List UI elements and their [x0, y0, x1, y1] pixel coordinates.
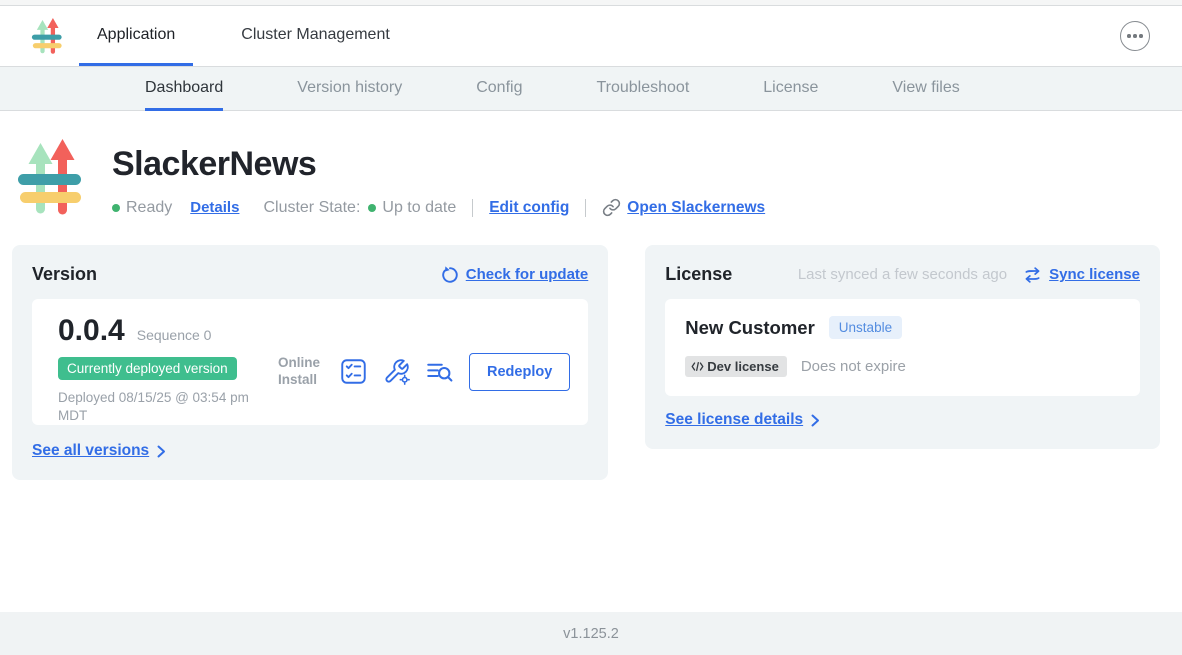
- slackernews-arrows-hash-logo-icon: [14, 137, 86, 217]
- version-number: 0.0.4: [58, 314, 125, 348]
- license-detail-box: New Customer Unstable Dev license Does n…: [665, 299, 1140, 396]
- check-for-update-label: Check for update: [466, 266, 589, 283]
- tab-config[interactable]: Config: [476, 67, 522, 111]
- cluster-state-dot-icon: [368, 204, 376, 212]
- cluster-state-value: Up to date: [382, 199, 456, 217]
- ready-status-label: Ready: [126, 199, 172, 217]
- sync-arrows-icon: [1023, 267, 1042, 283]
- current-version-box: 0.0.4 Sequence 0 Currently deployed vers…: [32, 299, 588, 425]
- footer-bar: v1.125.2: [0, 612, 1182, 655]
- app-sub-nav: Dashboard Version history Config Trouble…: [0, 67, 1182, 111]
- license-type-badge: Dev license: [685, 356, 787, 377]
- see-license-details-label: See license details: [665, 411, 803, 429]
- last-synced-label: Last synced a few seconds ago: [798, 266, 1007, 283]
- logs-lines-magnifier-icon[interactable]: [426, 358, 453, 385]
- app-header: SlackerNews Ready Details Cluster State:…: [0, 111, 1182, 217]
- check-for-update-link[interactable]: Check for update: [441, 266, 589, 284]
- open-app-link-label: Open Slackernews: [627, 199, 765, 217]
- app-logo-small: [30, 17, 64, 55]
- divider: [472, 199, 473, 217]
- tab-troubleshoot-label: Troubleshoot: [596, 79, 689, 97]
- nav-tab-cluster-management-label: Cluster Management: [241, 26, 390, 44]
- see-all-versions-link[interactable]: See all versions: [32, 442, 588, 460]
- tab-license-label: License: [763, 79, 818, 97]
- license-expiry: Does not expire: [801, 358, 906, 375]
- details-link[interactable]: Details: [190, 199, 239, 216]
- tab-license[interactable]: License: [763, 67, 818, 111]
- tab-view-files[interactable]: View files: [892, 67, 959, 111]
- tab-dashboard-label: Dashboard: [145, 79, 223, 97]
- sync-license-label: Sync license: [1049, 266, 1140, 283]
- main-nav-tabs: Application Cluster Management: [79, 6, 408, 66]
- refresh-icon: [441, 266, 459, 284]
- preflight-checklist-icon[interactable]: [340, 358, 367, 385]
- version-card-title: Version: [32, 264, 97, 285]
- console-version-label: v1.125.2: [563, 626, 619, 642]
- version-card: Version Check for update 0.0.4 Sequence …: [12, 245, 608, 480]
- tab-troubleshoot[interactable]: Troubleshoot: [596, 67, 689, 111]
- edit-config-link[interactable]: Edit config: [489, 199, 569, 217]
- dashboard-cards: Version Check for update 0.0.4 Sequence …: [0, 217, 1182, 480]
- main-nav: Application Cluster Management: [0, 6, 1182, 67]
- open-app-link[interactable]: Open Slackernews: [602, 198, 765, 217]
- slackernews-arrows-hash-logo-icon: [30, 17, 64, 55]
- tab-view-files-label: View files: [892, 79, 959, 97]
- nav-tab-application[interactable]: Application: [79, 6, 193, 66]
- chevron-right-icon: [157, 445, 166, 458]
- chain-link-icon: [602, 198, 621, 217]
- install-type-label: Online Install: [278, 355, 324, 389]
- ready-status-dot-icon: [112, 204, 120, 212]
- tab-version-history[interactable]: Version history: [297, 67, 402, 111]
- page-title: SlackerNews: [112, 145, 765, 184]
- sync-license-link[interactable]: Sync license: [1023, 266, 1140, 283]
- cluster-state-label: Cluster State:: [263, 199, 360, 217]
- deployed-timestamp: Deployed 08/15/25 @ 03:54 pm MDT: [58, 389, 278, 425]
- sequence-label: Sequence 0: [137, 327, 212, 343]
- admin-console-screen: Application Cluster Management Dashboard…: [0, 0, 1182, 655]
- tab-config-label: Config: [476, 79, 522, 97]
- currently-deployed-badge: Currently deployed version: [58, 357, 237, 380]
- see-license-details-link[interactable]: See license details: [665, 411, 1140, 429]
- config-wrench-gear-icon[interactable]: [383, 358, 410, 385]
- see-all-versions-label: See all versions: [32, 442, 149, 460]
- nav-tab-cluster-management[interactable]: Cluster Management: [223, 6, 408, 66]
- app-status-row: Ready Details Cluster State: Up to date …: [112, 198, 765, 217]
- tab-dashboard[interactable]: Dashboard: [145, 67, 223, 111]
- code-brackets-icon: [691, 361, 704, 372]
- customer-name: New Customer: [685, 317, 815, 339]
- main-nav-right: [1120, 6, 1182, 66]
- ellipsis-menu-icon[interactable]: [1120, 21, 1150, 51]
- chevron-right-icon: [811, 414, 820, 427]
- nav-tab-application-label: Application: [97, 26, 175, 44]
- app-logo-large: [14, 137, 86, 217]
- license-card-title: License: [665, 264, 732, 285]
- license-type-badge-label: Dev license: [707, 359, 779, 374]
- tab-version-history-label: Version history: [297, 79, 402, 97]
- divider: [585, 199, 586, 217]
- channel-badge: Unstable: [829, 316, 902, 339]
- redeploy-button[interactable]: Redeploy: [469, 353, 570, 391]
- license-card: License Last synced a few seconds ago Sy…: [645, 245, 1160, 449]
